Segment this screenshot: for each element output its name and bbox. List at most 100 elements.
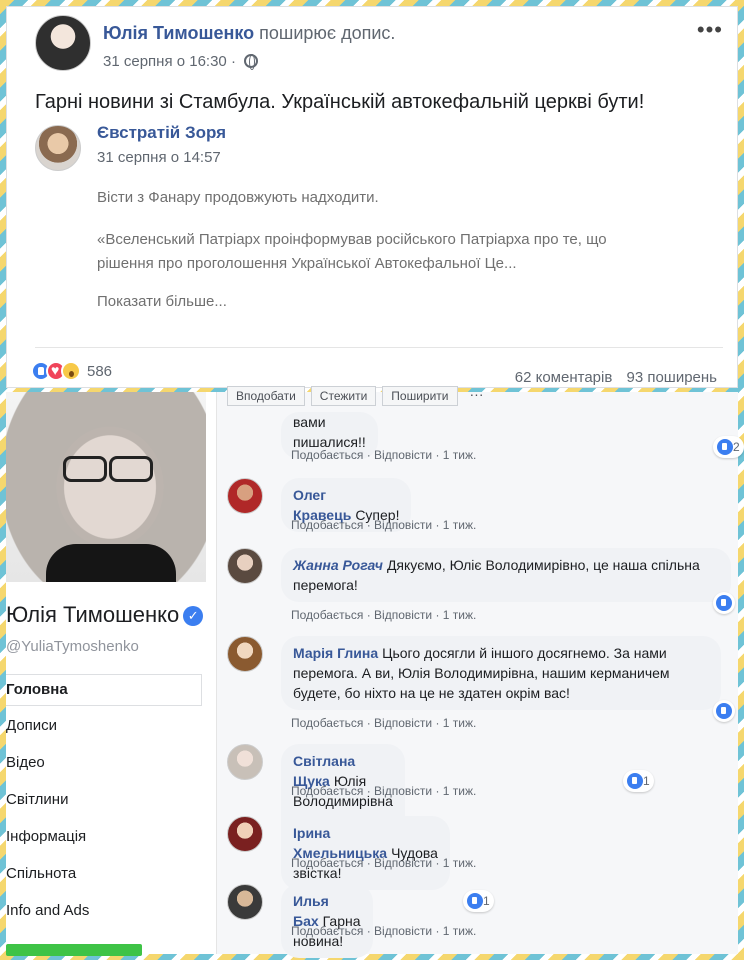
globe-icon <box>244 54 259 70</box>
comment-age: 1 тиж. <box>442 716 477 730</box>
like-icon <box>716 595 732 611</box>
profile-photo[interactable] <box>6 392 206 582</box>
comment-age: 1 тиж. <box>442 448 477 462</box>
shared-text-line: Вісти з Фанару продовжують надходити. <box>97 189 379 206</box>
shared-author-avatar[interactable] <box>35 125 81 171</box>
shared-text-line: «Вселенський Патріарх проінформував росі… <box>97 231 607 248</box>
comment-age: 1 тиж. <box>442 924 477 938</box>
nav-item-videos[interactable]: Відео <box>6 748 202 785</box>
post-text: Гарні новини зі Стамбула. Українській ав… <box>35 91 645 113</box>
comment-age: 1 тиж. <box>442 856 477 870</box>
comment-like-link[interactable]: Подобається <box>291 716 363 730</box>
commenter-avatar[interactable] <box>227 636 263 672</box>
shares-count-link[interactable]: 93 поширень <box>626 369 717 386</box>
comment-reply-link[interactable]: Відповісти <box>374 784 432 798</box>
post-time[interactable]: 31 серпня о 16:30 · <box>103 53 236 70</box>
reactions-summary[interactable]: 586 <box>31 361 112 381</box>
comment-bubble: Марія Глина Цього досягли й іншого досягн… <box>281 636 721 710</box>
comment-text: вами пишалися!! <box>293 414 366 450</box>
comment-bubble: Жанна Рогач Дякуємо, Юліє Володимирівно, … <box>281 548 731 602</box>
comments-count-link[interactable]: 62 коментарів <box>515 369 613 386</box>
comment-meta: Подобається · Відповісти · 1 тиж. <box>291 924 477 938</box>
comment-age: 1 тиж. <box>442 608 477 622</box>
comment-meta: Подобається · Відповісти · 1 тиж. <box>291 448 477 462</box>
wow-icon <box>61 361 81 381</box>
like-icon <box>716 703 732 719</box>
like-icon <box>467 893 483 909</box>
like-icon <box>717 439 733 455</box>
commenter-avatar[interactable] <box>227 816 263 852</box>
post-author-name[interactable]: Юлія Тимошенко <box>103 23 254 43</box>
nav-item-photos[interactable]: Світлини <box>6 785 202 822</box>
comment-like-link[interactable]: Подобається <box>291 924 363 938</box>
glasses-shape <box>61 456 155 482</box>
show-more-link[interactable]: Показати більше... <box>97 293 227 310</box>
post-timestamp[interactable]: 31 серпня о 16:30 · <box>103 53 259 70</box>
verified-badge-icon: ✓ <box>183 606 204 626</box>
nav-item-about[interactable]: Інформація <box>6 822 202 859</box>
comment-like-link[interactable]: Подобається <box>291 856 363 870</box>
profile-nav: Головна Дописи Відео Світлини Інформація… <box>6 674 202 933</box>
reaction-count: 586 <box>87 362 113 380</box>
page-screenshot: Юлія Тимошенко ✓ @YuliaTymoshenko Головна… <box>6 386 744 958</box>
comment-reactions[interactable]: 1 <box>463 890 494 912</box>
nav-item-info-ads[interactable]: Info and Ads <box>6 896 202 933</box>
comment-reactions[interactable] <box>713 592 735 614</box>
comment-reply-link[interactable]: Відповісти <box>374 448 432 462</box>
comment-age: 1 тиж. <box>442 784 477 798</box>
follow-button[interactable]: Стежити <box>310 386 377 406</box>
post-action-text: поширює допис. <box>259 23 396 43</box>
comment-reply-link[interactable]: Відповісти <box>374 716 432 730</box>
comment-reply-link[interactable]: Відповісти <box>374 518 432 532</box>
commenter-avatar[interactable] <box>227 884 263 920</box>
profile-name[interactable]: Юлія Тимошенко ✓ <box>6 602 204 628</box>
comment-meta: Подобається · Відповісти · 1 тиж. <box>291 784 477 798</box>
comment-bubble: Илья Бах Гарна новина! <box>281 884 373 958</box>
nav-item-home[interactable]: Головна <box>6 674 202 706</box>
comment-author[interactable]: Марія Глина <box>293 645 378 661</box>
post-header: Юлія Тимошенко поширює допис. <box>103 23 395 44</box>
nav-item-posts[interactable]: Дописи <box>6 711 202 748</box>
profile-handle[interactable]: @YuliaTymoshenko <box>6 638 139 655</box>
post-stats: 62 коментарів 93 поширень <box>515 369 717 386</box>
share-button[interactable]: Поширити <box>382 386 458 406</box>
more-actions-button[interactable]: ··· <box>464 386 490 406</box>
divider <box>35 347 723 348</box>
comment-meta: Подобається · Відповісти · 1 тиж. <box>291 518 477 532</box>
comment-reactions[interactable]: 1 <box>623 770 654 792</box>
comments-section: Вподобати Стежити Поширити ··· вами пиша… <box>216 386 744 958</box>
like-icon <box>627 773 643 789</box>
commenter-avatar[interactable] <box>227 744 263 780</box>
shared-post-card: Юлія Тимошенко поширює допис. 31 серпня … <box>6 6 738 388</box>
comment-meta: Подобається · Відповісти · 1 тиж. <box>291 716 477 730</box>
like-page-button[interactable]: Вподобати <box>227 386 305 406</box>
clothing-shape <box>46 544 176 582</box>
comment-reply-link[interactable]: Відповісти <box>374 856 432 870</box>
comment-like-link[interactable]: Подобається <box>291 518 363 532</box>
comment-bubble: Ірина Хмельницька Чудова звістка! <box>281 816 450 890</box>
reaction-count: 2 <box>733 440 740 454</box>
shared-post-time[interactable]: 31 серпня о 14:57 <box>97 149 221 166</box>
comment-like-link[interactable]: Подобається <box>291 448 363 462</box>
commenter-avatar[interactable] <box>227 548 263 584</box>
author-avatar[interactable] <box>35 15 91 71</box>
comment-reply-link[interactable]: Відповісти <box>374 924 432 938</box>
reaction-count: 1 <box>483 894 490 908</box>
page-action-bar: Вподобати Стежити Поширити ··· <box>227 386 490 406</box>
comment-age: 1 тиж. <box>442 518 477 532</box>
shared-author-name[interactable]: Євстратій Зоря <box>97 123 226 143</box>
action-button[interactable] <box>6 944 142 956</box>
comment-author[interactable]: Жанна Рогач <box>293 557 383 573</box>
comment-reactions[interactable] <box>713 700 735 722</box>
more-options-icon[interactable]: ••• <box>697 17 723 43</box>
comment-like-link[interactable]: Подобається <box>291 784 363 798</box>
nav-item-community[interactable]: Спільнота <box>6 859 202 896</box>
shared-text-line: рішення про проголошення Української Авт… <box>97 255 517 272</box>
profile-name-text: Юлія Тимошенко <box>6 602 180 627</box>
comment-reply-link[interactable]: Відповісти <box>374 608 432 622</box>
commenter-avatar[interactable] <box>227 478 263 514</box>
comment-meta: Подобається · Відповісти · 1 тиж. <box>291 856 477 870</box>
comment-reactions[interactable]: 2 <box>713 436 744 458</box>
comment-like-link[interactable]: Подобається <box>291 608 363 622</box>
reaction-count: 1 <box>643 774 650 788</box>
